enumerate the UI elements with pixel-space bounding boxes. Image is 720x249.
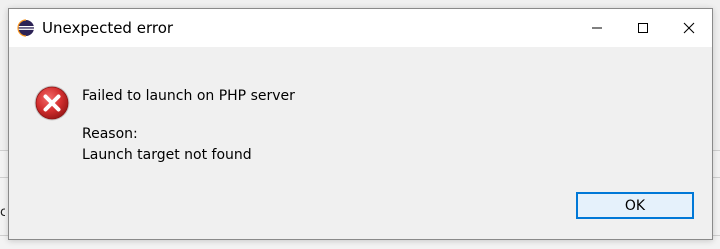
error-icon	[33, 84, 71, 122]
minimize-button[interactable]	[574, 9, 620, 47]
maximize-icon	[637, 19, 649, 38]
eclipse-icon	[17, 19, 35, 37]
error-message: Failed to launch on PHP server	[82, 88, 295, 104]
error-dialog: Unexpected error Failed to launch on PHP…	[8, 8, 713, 240]
reason-label: Reason:	[82, 126, 138, 142]
maximize-button[interactable]	[620, 9, 666, 47]
reason-text: Launch target not found	[82, 147, 252, 163]
minimize-icon	[591, 19, 603, 38]
dialog-content: Failed to launch on PHP server Reason: L…	[9, 47, 712, 239]
title-bar[interactable]: Unexpected error	[9, 9, 712, 47]
dialog-title: Unexpected error	[42, 19, 174, 37]
close-button[interactable]	[666, 9, 712, 47]
close-icon	[683, 19, 695, 38]
ide-text-fragment: c	[0, 205, 5, 220]
ok-button[interactable]: OK	[576, 192, 694, 219]
